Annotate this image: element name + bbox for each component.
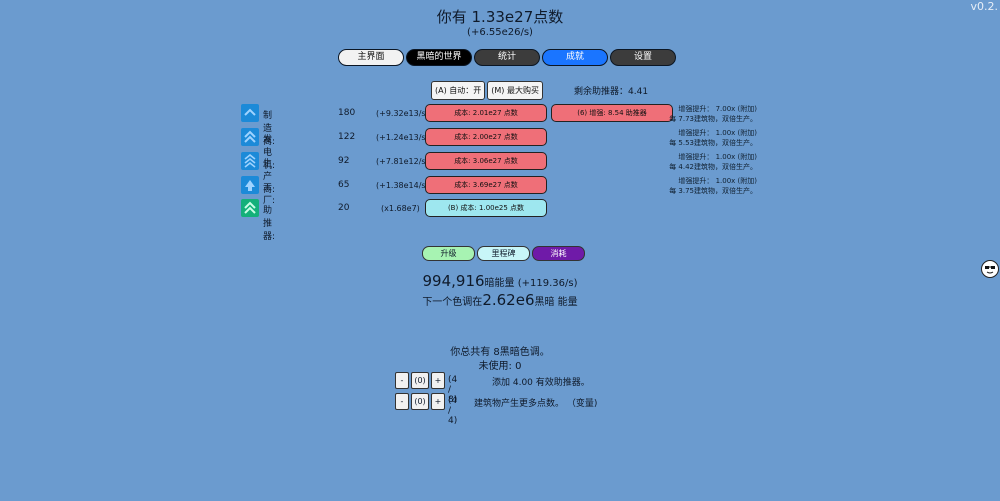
dark-energy-unit: 暗能量 <box>484 278 515 289</box>
double-info: 每 5.53建筑物，双倍生产。 <box>669 139 757 147</box>
dark-energy-value: 994,916 <box>422 272 485 290</box>
dark-energy-rate: (+119.36/s) <box>517 278 578 289</box>
boost-info: 增强提升： 7.00x (附加) <box>678 105 757 113</box>
subtab-consume[interactable]: 消耗 <box>532 246 585 261</box>
subtab-milestones[interactable]: 里程碑 <box>477 246 530 261</box>
booster-name: 助推器: <box>263 206 276 242</box>
boost-info: 增强提升： 1.00x (附加) <box>678 153 757 161</box>
tab-dark-world[interactable]: 黑暗的世界 <box>406 49 472 66</box>
tab-main[interactable]: 主界面 <box>338 49 404 66</box>
building-production: (+1.38e14/s) <box>376 181 429 190</box>
building-production: (+1.24e13/s) <box>376 133 429 142</box>
minus-button[interactable]: - <box>395 393 409 410</box>
smiley-icon[interactable] <box>981 260 999 278</box>
double-chevron-up-icon <box>241 128 259 146</box>
plus-button[interactable]: + <box>431 393 445 410</box>
building-info: 增强提升： 1.00x (附加) 每 4.42建筑物，双倍生产。 <box>660 152 757 172</box>
building-amount: 122 <box>338 132 356 142</box>
booster-icon <box>241 199 259 217</box>
building-info: 增强提升： 1.00x (附加) 每 3.75建筑物，双倍生产。 <box>660 176 757 196</box>
buy-generator-button[interactable]: 成本: 2.00e27 点数 <box>425 128 547 146</box>
boosters-remaining: 剩余助推器：4.41 <box>574 87 649 97</box>
main-tabs: 主界面 黑暗的世界 统计 成就 设置 <box>338 49 678 66</box>
triple-chevron-up-icon <box>241 152 259 170</box>
building-info: 增强提升： 7.00x (附加) 每 7.73建筑物，双倍生产。 <box>660 104 757 124</box>
chevron-up-icon <box>241 176 259 194</box>
booster-multiplier: (x1.68e7) <box>381 204 420 213</box>
control-row: (A) 自动：开 (M) 最大购买 <box>431 81 545 100</box>
minus-button[interactable]: - <box>395 372 409 389</box>
boost-info: 增强提升： 1.00x (附加) <box>678 129 757 137</box>
tab-achievements[interactable]: 成就 <box>542 49 608 66</box>
points-rate: (+6.55e26/s) <box>467 27 533 38</box>
next-tone-value: 2.62e6 <box>482 291 535 309</box>
total-tones: 你总共有 8黑暗色调。 <box>450 347 550 358</box>
booster-amount: 20 <box>338 203 350 213</box>
boost-info: 增强提升： 1.00x (附加) <box>678 177 757 185</box>
building-amount: 92 <box>338 156 350 166</box>
tab-stats[interactable]: 统计 <box>474 49 540 66</box>
double-info: 每 7.73建筑物，双倍生产。 <box>669 115 757 123</box>
max-buy-button[interactable]: (M) 最大购买 <box>487 81 543 100</box>
next-tone-prefix: 下一个色调在 <box>422 297 483 308</box>
tone-description: 添加 4.00 有效助推器。 <box>492 378 590 388</box>
tone-count: (0) <box>411 393 429 410</box>
building-amount: 180 <box>338 108 356 118</box>
building-production: (+7.81e12/s) <box>376 157 429 166</box>
enhance-button[interactable]: (6) 增强: 8.54 助推器 <box>551 104 673 122</box>
points-title: 你有 1.33e27点数 <box>436 8 564 26</box>
tone-count: (0) <box>411 372 429 389</box>
auto-toggle-button[interactable]: (A) 自动：开 <box>431 81 486 100</box>
double-info: 每 3.75建筑物，双倍生产。 <box>669 187 757 195</box>
subtab-upgrades[interactable]: 升级 <box>422 246 475 261</box>
double-info: 每 4.42建筑物，双倍生产。 <box>669 163 757 171</box>
buy-producer-button[interactable]: 成本: 3.06e27 点数 <box>425 152 547 170</box>
building-info: 增强提升： 1.00x (附加) 每 5.53建筑物，双倍生产。 <box>660 128 757 148</box>
sub-tabs: 升级 里程碑 消耗 <box>422 246 587 261</box>
tone-description: 建筑物产生更多点数。 （变量) <box>474 399 598 409</box>
plus-button[interactable]: + <box>431 372 445 389</box>
building-amount: 65 <box>338 180 350 190</box>
building-production: (+9.32e13/s) <box>376 109 429 118</box>
buy-manufacturer-button[interactable]: 成本: 2.01e27 点数 <box>425 104 547 122</box>
buy-factory-button[interactable]: 成本: 3.69e27 点数 <box>425 176 547 194</box>
unused-tones: 未使用: 0 <box>478 361 522 372</box>
next-tone-line: 下一个色调在2.62e6黑暗 能量 <box>0 291 1000 309</box>
chevron-up-icon <box>241 104 259 122</box>
tone-ratio: (4 / 4) <box>448 396 458 426</box>
next-tone-suffix: 黑暗 能量 <box>534 297 578 308</box>
tab-settings[interactable]: 设置 <box>610 49 676 66</box>
dark-energy-line: 994,916暗能量 (+119.36/s) <box>0 272 1000 290</box>
buy-booster-button[interactable]: (B) 成本: 1.00e25 点数 <box>425 199 547 217</box>
